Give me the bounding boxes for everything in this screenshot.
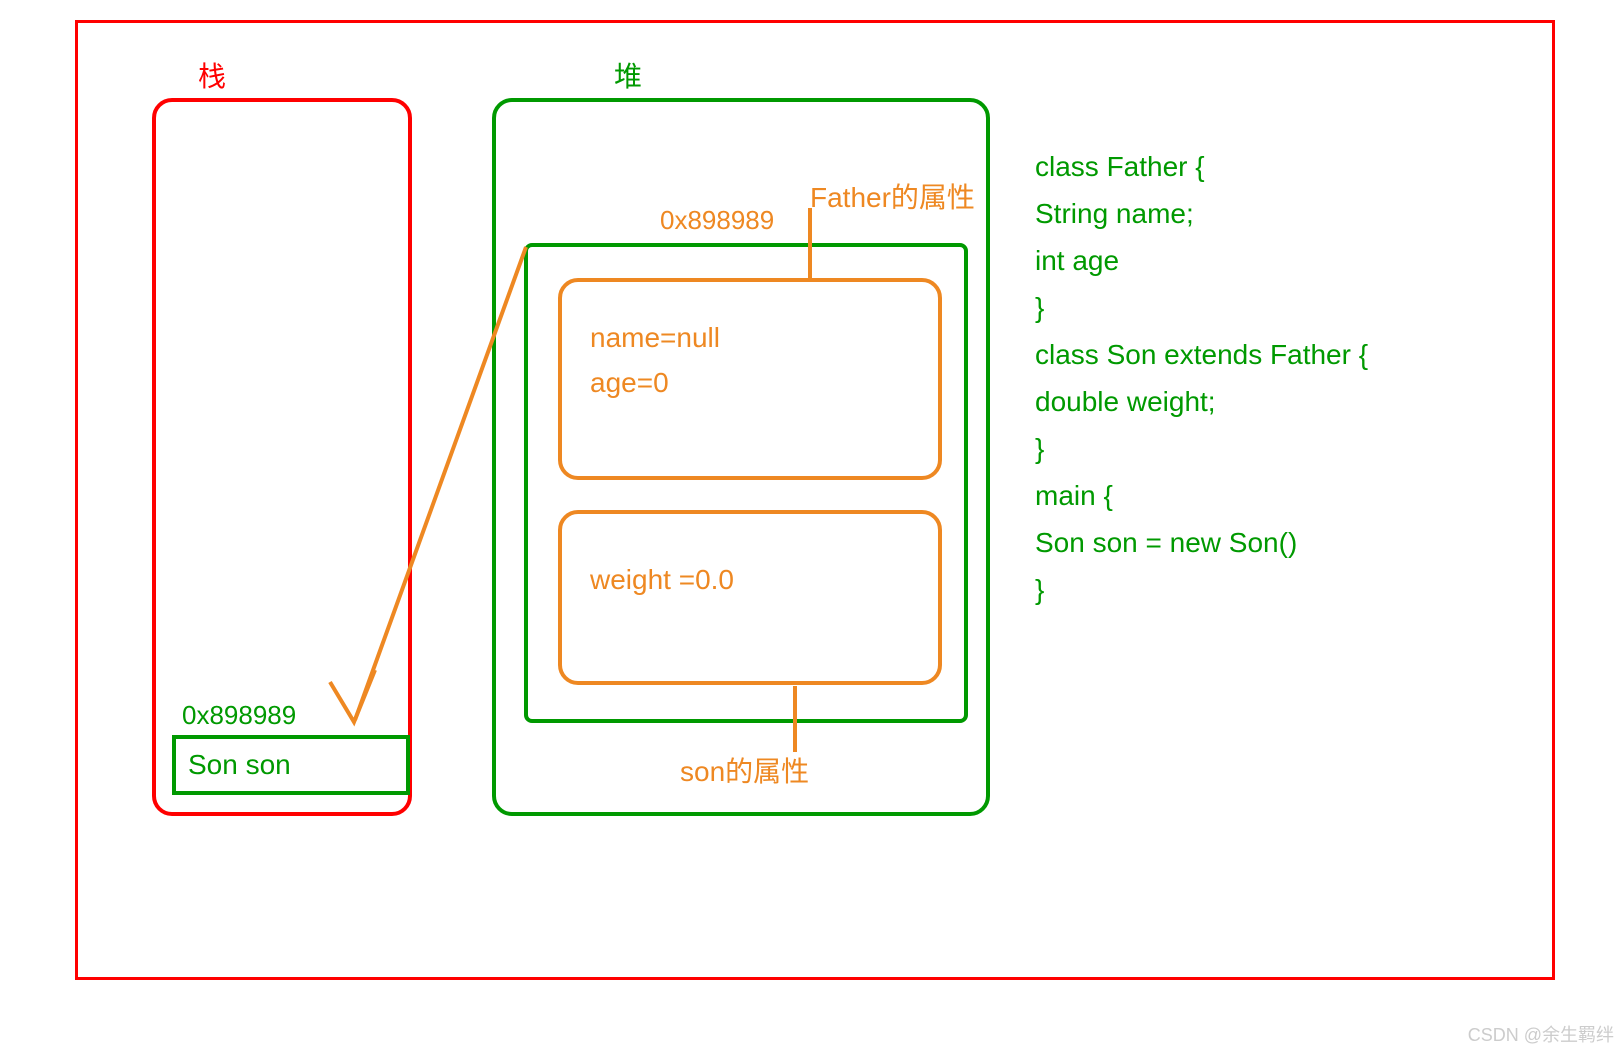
father-age-prop: age=0 [590, 361, 910, 406]
son-properties-box: weight =0.0 [558, 510, 942, 685]
son-weight-prop: weight =0.0 [590, 564, 910, 596]
code-line: String name; [1035, 190, 1368, 237]
code-line: class Father { [1035, 143, 1368, 190]
stack-label: 栈 [198, 55, 226, 95]
code-line: main { [1035, 472, 1368, 519]
stack-address: 0x898989 [182, 700, 296, 731]
stack-variable: Son son [188, 749, 291, 780]
father-properties-box: name=null age=0 [558, 278, 942, 480]
code-line: int age [1035, 237, 1368, 284]
code-block: class Father { String name; int age } cl… [1035, 143, 1368, 613]
watermark: CSDN @余生羁绊 [1468, 1021, 1614, 1047]
code-line: class Son extends Father { [1035, 331, 1368, 378]
father-props-label: Father的属性 [810, 176, 975, 216]
heap-address: 0x898989 [660, 205, 774, 236]
stack-variable-box: Son son [172, 735, 410, 795]
code-line: double weight; [1035, 378, 1368, 425]
code-line: } [1035, 566, 1368, 613]
heap-label: 堆 [614, 55, 642, 95]
code-line: Son son = new Son() [1035, 519, 1368, 566]
son-props-label: son的属性 [680, 750, 809, 790]
code-line: } [1035, 425, 1368, 472]
father-name-prop: name=null [590, 316, 910, 361]
code-line: } [1035, 284, 1368, 331]
